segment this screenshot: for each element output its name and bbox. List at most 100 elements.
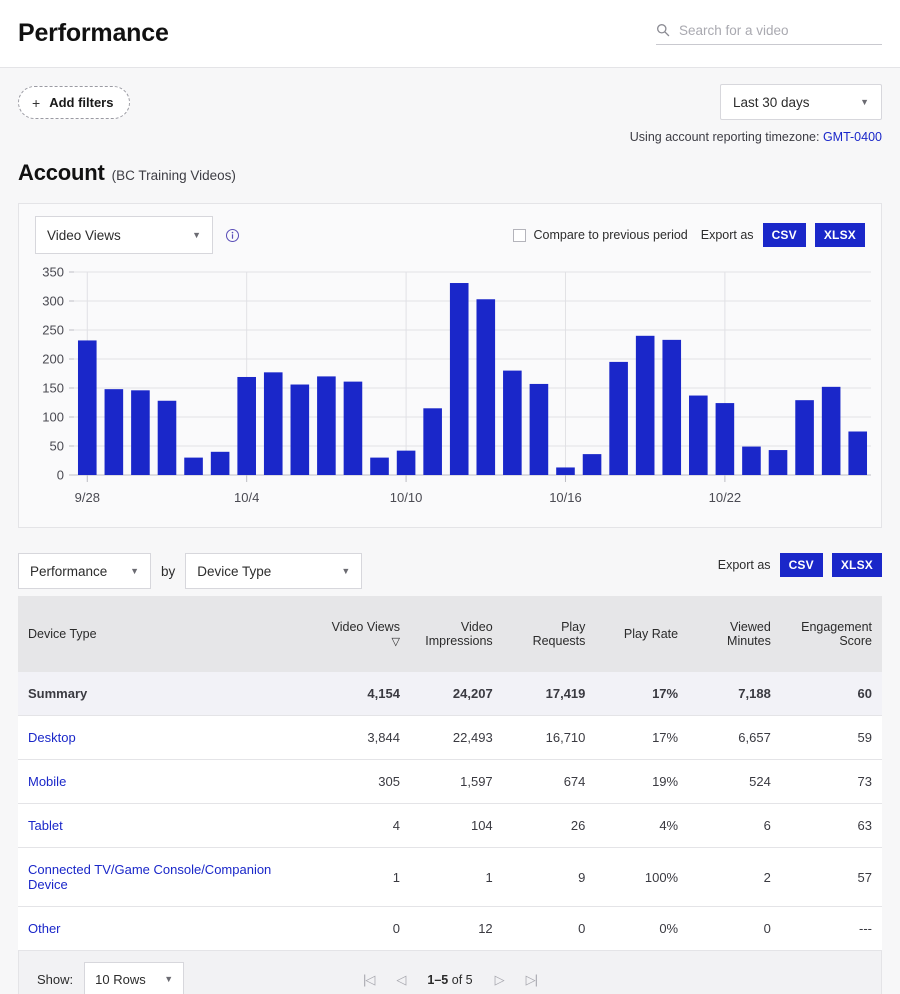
timezone-link[interactable]: GMT-0400 <box>823 130 882 144</box>
column-header-play-requests[interactable]: Play Requests <box>503 596 596 672</box>
cell-play-requests: 17,419 <box>503 672 596 716</box>
column-header-viewed-minutes[interactable]: Viewed Minutes <box>688 596 781 672</box>
column-header-play-rate[interactable]: Play Rate <box>595 596 688 672</box>
chart-bar[interactable] <box>370 458 389 475</box>
chart-bar[interactable] <box>237 377 256 475</box>
chart-bar[interactable] <box>503 371 522 475</box>
chart-bar[interactable] <box>344 382 363 475</box>
chart-bar[interactable] <box>105 389 124 475</box>
chart-bar[interactable] <box>131 390 150 475</box>
cell-device-type: Summary <box>18 672 321 716</box>
cell-play-requests: 26 <box>503 804 596 848</box>
next-page-icon[interactable]: ▷ <box>495 972 504 988</box>
search-input[interactable] <box>679 23 882 38</box>
metric-select[interactable]: Video Views ▼ <box>35 216 213 254</box>
timezone-prefix: Using account reporting timezone: <box>630 130 820 144</box>
rows-per-page-value: 10 Rows <box>95 972 146 987</box>
chart-bar[interactable] <box>211 452 230 475</box>
search-box[interactable] <box>656 23 882 45</box>
report-type-select[interactable]: Performance ▼ <box>18 553 151 589</box>
cell-play-rate: 0% <box>595 907 688 951</box>
chart-bar[interactable] <box>423 408 442 475</box>
chart-bar[interactable] <box>78 340 97 475</box>
chart-export-csv-button[interactable]: CSV <box>763 223 806 247</box>
cell-video-views: 4 <box>321 804 410 848</box>
cell-play-rate: 4% <box>595 804 688 848</box>
chart-bar[interactable] <box>450 283 469 475</box>
chart-bar[interactable] <box>264 372 283 475</box>
row-link[interactable]: Mobile <box>28 774 66 789</box>
compare-previous-period-checkbox[interactable]: Compare to previous period <box>513 228 688 242</box>
chart-bar[interactable] <box>822 387 841 475</box>
row-link[interactable]: Desktop <box>28 730 76 745</box>
table-row: Mobile3051,59767419%52473 <box>18 760 882 804</box>
compare-label: Compare to previous period <box>534 228 688 242</box>
table-row: Connected TV/Game Console/Companion Devi… <box>18 848 882 907</box>
chart-bar[interactable] <box>530 384 549 475</box>
chart-bar[interactable] <box>317 376 336 475</box>
column-header-video-views-label: Video Views <box>332 620 400 634</box>
cell-engagement-score: 63 <box>781 804 882 848</box>
top-header-bar: Performance <box>0 0 900 68</box>
cell-device-type: Mobile <box>18 760 321 804</box>
by-label: by <box>161 564 175 579</box>
add-filters-label: Add filters <box>49 95 113 110</box>
table-export-xlsx-button[interactable]: XLSX <box>832 553 882 577</box>
chart-bar[interactable] <box>184 458 203 475</box>
chart-bar[interactable] <box>556 467 575 475</box>
chart-bar[interactable] <box>689 396 708 475</box>
row-link[interactable]: Other <box>28 921 61 936</box>
svg-text:0: 0 <box>57 468 64 483</box>
cell-video-views: 1 <box>321 848 410 907</box>
cell-play-rate: 19% <box>595 760 688 804</box>
chart-card: Video Views ▼ Compare to previous period… <box>18 203 882 528</box>
chart-export-xlsx-button[interactable]: XLSX <box>815 223 865 247</box>
column-header-video-impressions[interactable]: Video Impressions <box>410 596 503 672</box>
cell-video-impressions: 22,493 <box>410 716 503 760</box>
add-filters-button[interactable]: + Add filters <box>18 86 130 119</box>
dimension-select[interactable]: Device Type ▼ <box>185 553 362 589</box>
chart-bar[interactable] <box>716 403 735 475</box>
performance-table: Device Type Video Views ▽ Video Impressi… <box>18 596 882 951</box>
chart-bar[interactable] <box>291 385 310 475</box>
table-header-row: Device Type Video Views ▽ Video Impressi… <box>18 596 882 672</box>
chart-bar[interactable] <box>397 451 416 475</box>
chart-bar[interactable] <box>476 299 495 475</box>
svg-text:150: 150 <box>42 381 64 396</box>
cell-viewed-minutes: 6 <box>688 804 781 848</box>
svg-text:10/16: 10/16 <box>549 490 582 505</box>
column-header-device-type[interactable]: Device Type <box>18 596 321 672</box>
cell-video-impressions: 1 <box>410 848 503 907</box>
chart-bar[interactable] <box>848 432 867 476</box>
chart-bar[interactable] <box>583 454 602 475</box>
chart-bar[interactable] <box>609 362 628 475</box>
chart-bar[interactable] <box>158 401 177 475</box>
date-range-value: Last 30 days <box>733 95 810 110</box>
row-link[interactable]: Connected TV/Game Console/Companion Devi… <box>28 862 271 892</box>
dimension-value: Device Type <box>197 564 271 579</box>
prev-page-icon[interactable]: ◁ <box>396 972 405 988</box>
cell-play-requests: 674 <box>503 760 596 804</box>
svg-text:9/28: 9/28 <box>75 490 100 505</box>
first-page-icon[interactable]: |◁ <box>363 972 374 988</box>
cell-device-type: Desktop <box>18 716 321 760</box>
chart-bar[interactable] <box>769 450 788 475</box>
chart-bar[interactable] <box>636 336 655 475</box>
table-row: Tablet4104264%663 <box>18 804 882 848</box>
last-page-icon[interactable]: ▷| <box>526 972 537 988</box>
column-header-video-views[interactable]: Video Views ▽ <box>321 596 410 672</box>
rows-per-page-select[interactable]: 10 Rows ▼ <box>84 962 184 994</box>
chart-bar[interactable] <box>742 447 761 475</box>
row-link[interactable]: Tablet <box>28 818 63 833</box>
chart-bar[interactable] <box>795 400 814 475</box>
video-views-bar-chart: 0501001502002503003509/2810/410/1010/161… <box>19 262 881 527</box>
date-range-select[interactable]: Last 30 days ▼ <box>720 84 882 120</box>
table-export-csv-button[interactable]: CSV <box>780 553 823 577</box>
info-circle-icon[interactable] <box>225 228 240 243</box>
cell-viewed-minutes: 0 <box>688 907 781 951</box>
column-header-engagement-score[interactable]: Engagement Score <box>781 596 882 672</box>
chart-bar[interactable] <box>662 340 681 475</box>
chart-svg: 0501001502002503003509/2810/410/1010/161… <box>19 262 885 527</box>
svg-text:10/22: 10/22 <box>709 490 742 505</box>
show-label: Show: <box>37 972 73 987</box>
